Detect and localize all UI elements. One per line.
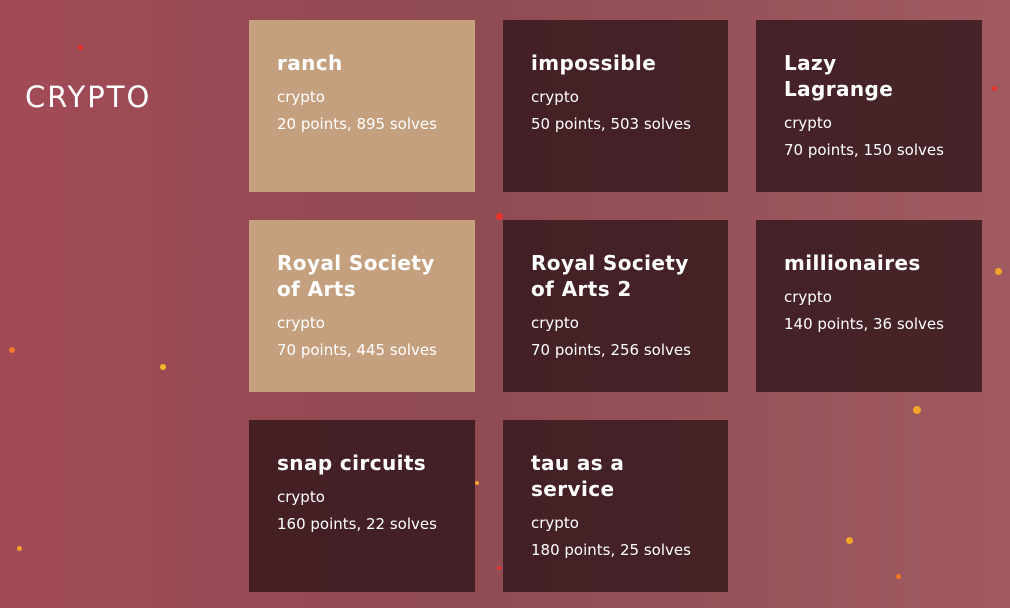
challenge-points-solves: 50 points, 503 solves (531, 115, 691, 133)
challenge-title: snap circuits (277, 451, 427, 475)
challenge-card-royal-society-of-arts-2[interactable]: Royal Society of Arts 2 crypto 70 points… (503, 220, 728, 392)
challenge-points-solves: 70 points, 256 solves (531, 341, 691, 359)
challenge-card-lazy-lagrange[interactable]: Lazy Lagrange crypto 70 points, 150 solv… (756, 20, 982, 192)
challenge-card-ranch[interactable]: ranch crypto 20 points, 895 solves (249, 20, 475, 192)
challenge-grid: ranch crypto 20 points, 895 solves impos… (249, 20, 982, 592)
challenge-category: crypto (277, 88, 325, 106)
challenge-card-royal-society-of-arts[interactable]: Royal Society of Arts crypto 70 points, … (249, 220, 475, 392)
challenge-card-tau-as-a-service[interactable]: tau as a service crypto 180 points, 25 s… (503, 420, 728, 592)
challenge-title: Royal Society of Arts 2 (531, 251, 689, 301)
challenge-points-solves: 160 points, 22 solves (277, 515, 437, 533)
challenge-title: ranch (277, 51, 343, 75)
background-particle (78, 45, 83, 50)
challenge-title: tau as a service (531, 451, 625, 501)
challenge-points-solves: 140 points, 36 solves (784, 315, 944, 333)
background-particle (995, 268, 1002, 275)
challenge-points-solves: 70 points, 445 solves (277, 341, 437, 359)
challenge-card-snap-circuits[interactable]: snap circuits crypto 160 points, 22 solv… (249, 420, 475, 592)
background-particle (17, 546, 22, 551)
challenge-card-impossible[interactable]: impossible crypto 50 points, 503 solves (503, 20, 728, 192)
background-particle (160, 364, 166, 370)
challenge-title: Lazy Lagrange (784, 51, 894, 101)
challenge-points-solves: 180 points, 25 solves (531, 541, 691, 559)
challenge-title: impossible (531, 51, 657, 75)
challenge-category: crypto (531, 88, 579, 106)
challenge-category: crypto (531, 314, 579, 332)
challenge-title: Royal Society of Arts (277, 251, 435, 301)
challenge-category: crypto (531, 514, 579, 532)
challenge-category: crypto (784, 114, 832, 132)
challenge-points-solves: 70 points, 150 solves (784, 141, 944, 159)
challenge-category: crypto (277, 488, 325, 506)
challenge-points-solves: 20 points, 895 solves (277, 115, 437, 133)
background-particle (9, 347, 15, 353)
background-particle (992, 86, 997, 91)
challenge-title: millionaires (784, 251, 921, 275)
challenge-card-millionaires[interactable]: millionaires crypto 140 points, 36 solve… (756, 220, 982, 392)
category-title: CRYPTO (25, 80, 152, 114)
challenge-category: crypto (784, 288, 832, 306)
challenge-category: crypto (277, 314, 325, 332)
